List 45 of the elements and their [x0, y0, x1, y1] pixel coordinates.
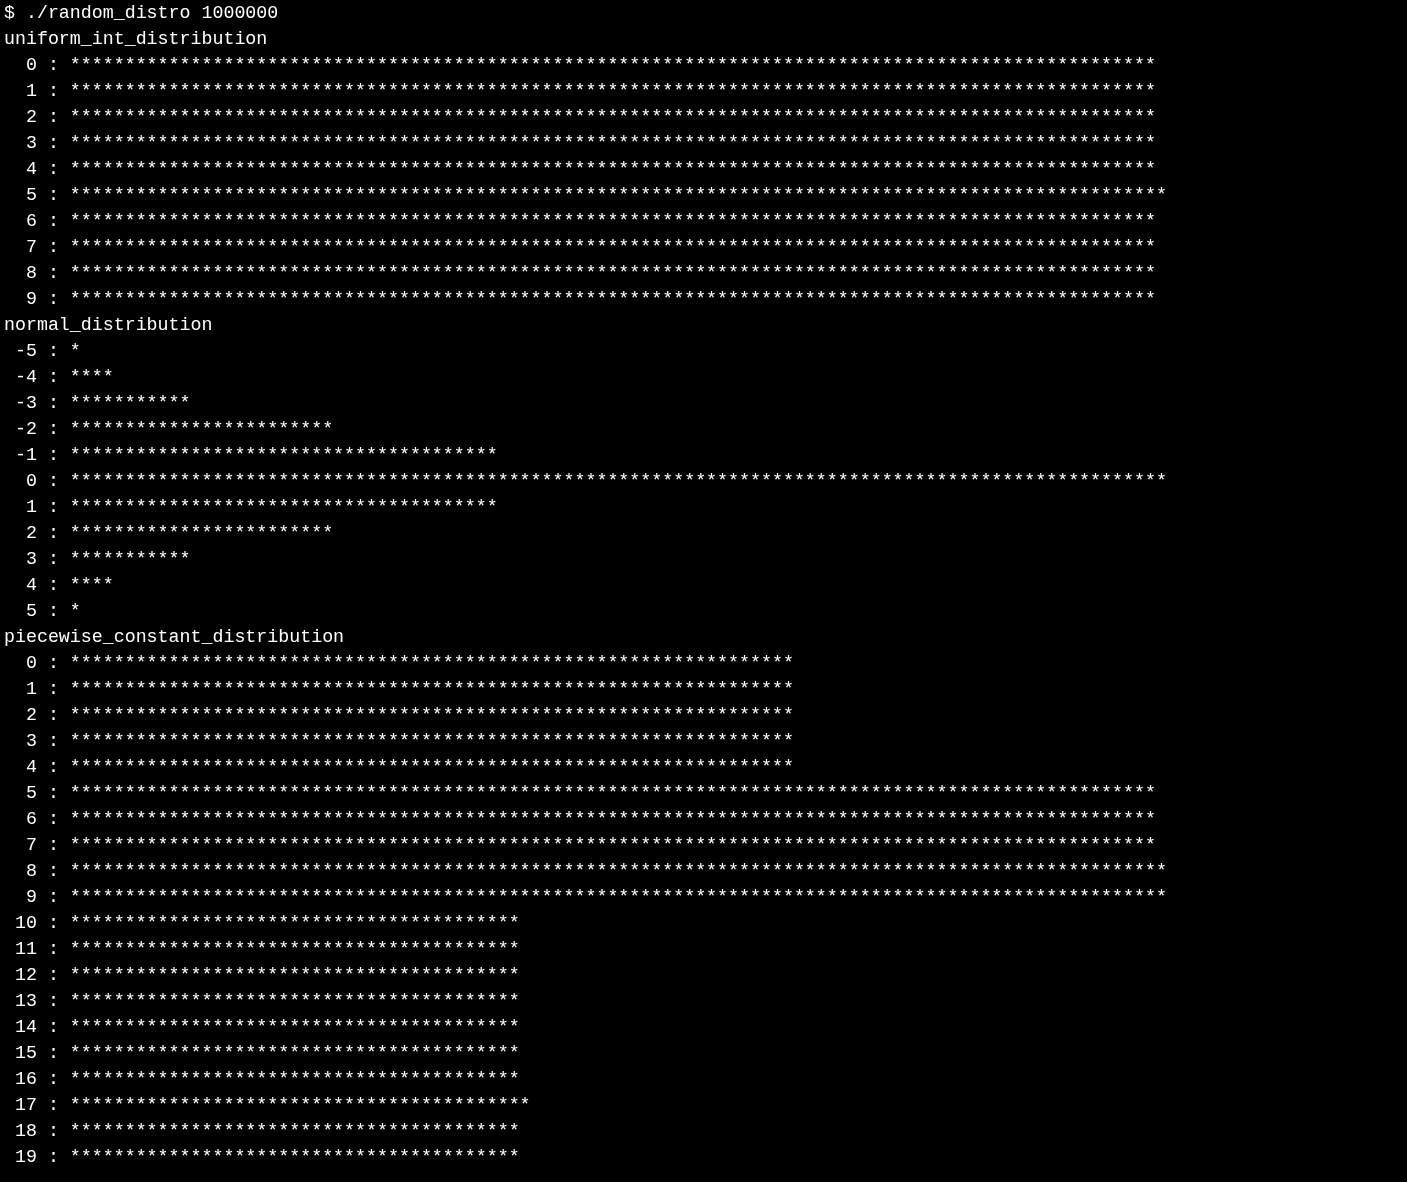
section-heading: piecewise_constant_distribution [4, 626, 345, 649]
histogram-line: 6 : *************************************************************************************************** [24, 808, 1156, 831]
histogram-line: 14 : ***************************************** [13, 1016, 520, 1039]
histogram-line: 1 : *************************************************************************************************** [24, 80, 1156, 103]
histogram-line: 10 : ***************************************** [13, 912, 520, 935]
histogram-line: 5 : *************************************************************************************************** [24, 782, 1156, 805]
histogram-line: 8 : *************************************************************************************************** [24, 262, 1156, 285]
histogram-line: 19 : ***************************************** [13, 1146, 520, 1169]
histogram-line: 17 : ****************************************** [13, 1094, 531, 1117]
histogram-line: -2 : ************************ [13, 418, 334, 441]
histogram-line: 3 : *********** [24, 548, 191, 571]
histogram-line: 16 : ***************************************** [13, 1068, 520, 1091]
histogram-line: 8 : **************************************************************************************************** [24, 860, 1167, 883]
command-line: $ ./random_distro 1000000 [4, 2, 279, 25]
histogram-line: 0 : **************************************************************************************************** [24, 470, 1167, 493]
histogram-line: 6 : *************************************************************************************************** [24, 210, 1156, 233]
histogram-line: 7 : *************************************************************************************************** [24, 236, 1156, 259]
histogram-line: 18 : ***************************************** [13, 1120, 520, 1143]
histogram-line: 2 : *************************************************************************************************** [24, 106, 1156, 129]
histogram-line: 2 : ************************ [24, 522, 334, 545]
histogram-line: 4 : **** [24, 574, 114, 597]
histogram-line: 0 : *************************************************************************************************** [24, 54, 1156, 77]
histogram-line: 3 : ****************************************************************** [24, 730, 794, 753]
section-heading: uniform_int_distribution [4, 28, 268, 51]
section-heading: normal_distribution [4, 314, 213, 337]
histogram-line: -1 : *************************************** [13, 444, 498, 467]
histogram-line: 9 : **************************************************************************************************** [24, 886, 1167, 909]
histogram-line: 12 : ***************************************** [13, 964, 520, 987]
histogram-line: 2 : ****************************************************************** [24, 704, 794, 727]
histogram-line: 1 : *************************************** [24, 496, 498, 519]
histogram-line: 9 : *************************************************************************************************** [24, 288, 1156, 311]
histogram-line: 4 : ****************************************************************** [24, 756, 794, 779]
histogram-line: -5 : * [13, 340, 81, 363]
histogram-line: 3 : *************************************************************************************************** [24, 132, 1156, 155]
histogram-line: 7 : *************************************************************************************************** [24, 834, 1156, 857]
histogram-line: 5 : * [24, 600, 81, 623]
histogram-line: -3 : *********** [13, 392, 191, 415]
histogram-line: 4 : *************************************************************************************************** [24, 158, 1156, 181]
histogram-line: 11 : ***************************************** [13, 938, 520, 961]
histogram-line: 5 : **************************************************************************************************** [24, 184, 1167, 207]
histogram-line: 0 : ****************************************************************** [24, 652, 794, 675]
histogram-line: 15 : ***************************************** [13, 1042, 520, 1065]
histogram-line: -4 : **** [13, 366, 114, 389]
histogram-line: 1 : ****************************************************************** [24, 678, 794, 701]
histogram-line: 13 : ***************************************** [13, 990, 520, 1013]
